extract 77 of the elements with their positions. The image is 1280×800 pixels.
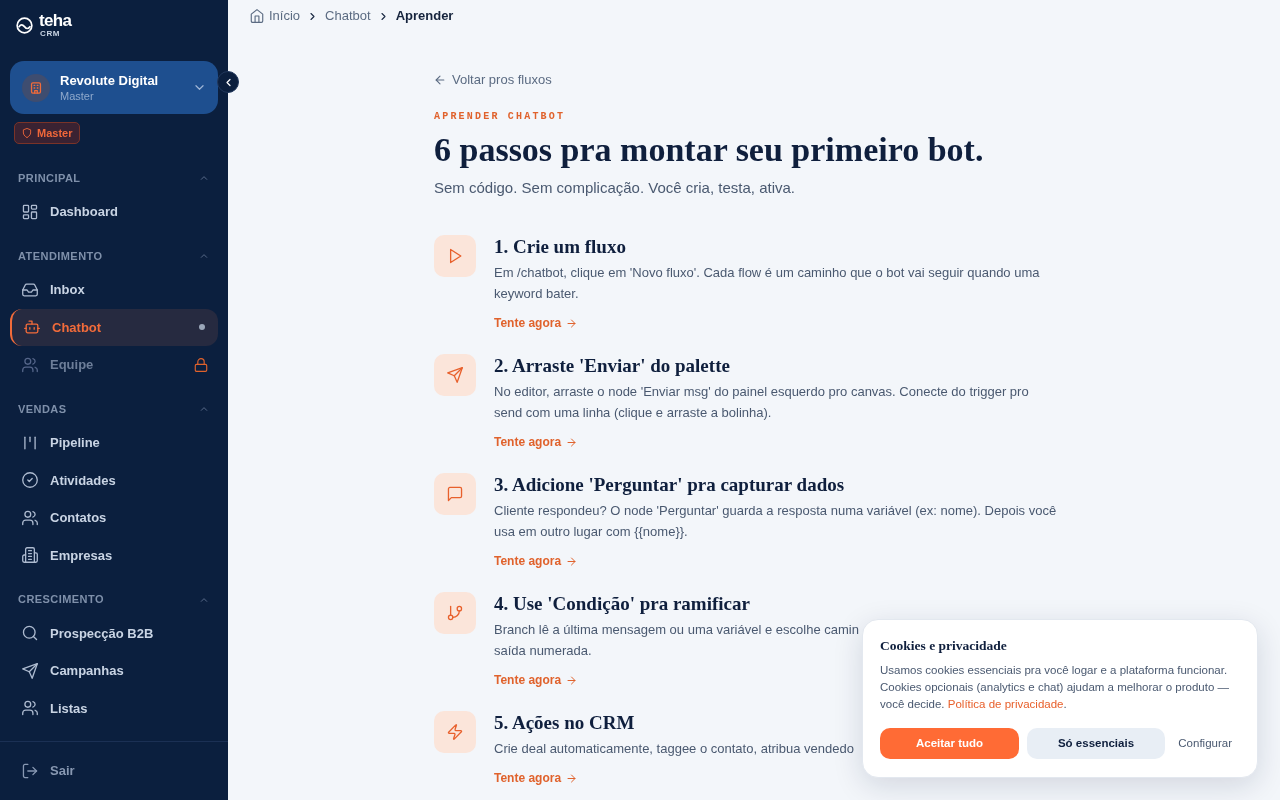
nav-item[interactable]: Empresas <box>10 536 218 574</box>
nav-item[interactable]: Prospecção B2B <box>10 614 218 652</box>
logout-icon <box>22 763 38 779</box>
robot-icon <box>24 319 40 336</box>
privacy-policy-link[interactable]: Política de privacidade <box>947 698 1064 710</box>
bars-icon <box>22 434 38 451</box>
arrow-right-icon <box>566 772 578 784</box>
search-icon <box>22 625 38 642</box>
try-now-link[interactable]: Tente agora <box>494 770 578 786</box>
role-badge: Master <box>14 122 81 144</box>
building-icon <box>22 547 38 564</box>
configure-button[interactable]: Configurar <box>1174 731 1236 756</box>
grid-icon <box>22 203 38 220</box>
nav-item[interactable]: Chatbot <box>10 308 218 346</box>
paper-plane-icon <box>22 662 38 679</box>
step-title: 1. Crie um fluxo <box>494 235 626 259</box>
nav-item[interactable]: Contatos <box>10 499 218 537</box>
nav-item[interactable]: Listas <box>10 689 218 727</box>
current-page-label: Aprender <box>395 7 454 26</box>
nav-item[interactable]: Atividades <box>10 461 218 499</box>
section-toggle[interactable]: PRINCIPAL <box>10 168 218 188</box>
shield-icon <box>22 128 32 138</box>
step-title: 5. Ações no CRM <box>494 711 635 735</box>
page-title: 6 passos pra montar seu primeiro bot. <box>434 130 984 170</box>
step-title: 4. Use 'Condição' pra ramificar <box>494 592 750 616</box>
try-now-link[interactable]: Tente agora <box>494 434 578 450</box>
essentials-only-button[interactable]: Só essenciais <box>1027 728 1165 759</box>
step-description: Cliente respondeu? O node 'Perguntar' guarda a resposta numa variável (ex: nome). Depois você usa em outro lugar com {{nome}}. <box>494 502 1057 541</box>
try-now-link[interactable]: Tente agora <box>494 553 578 569</box>
step-description: Em /chatbot, clique em 'Novo fluxo'. Cada flow é um caminho que o bot vai seguir quando uma keyword bater. <box>494 264 1040 303</box>
cookie-title: Cookies e privacidade <box>880 638 1008 654</box>
branch-icon <box>434 592 476 634</box>
play-icon <box>434 235 476 277</box>
users-icon <box>22 509 38 526</box>
nav-item[interactable]: Dashboard <box>10 193 218 231</box>
step-description: Crie deal automaticamente, taggee o contato, atribua vendedo <box>494 740 854 758</box>
logo-tagline: CRM <box>39 28 61 38</box>
workspace-switcher[interactable]: Revolute Digital Master <box>10 61 218 114</box>
try-now-link[interactable]: Tente agora <box>494 672 578 688</box>
step-title: 3. Adicione 'Perguntar' pra capturar dados <box>494 473 845 497</box>
arrow-right-icon <box>566 674 578 686</box>
page-subtitle: Sem código. Sem complicação. Você cria, testa, ativa. <box>434 178 795 198</box>
section-toggle[interactable]: ATENDIMENTO <box>10 246 218 266</box>
breadcrumb-link[interactable]: Início <box>250 6 301 26</box>
cookie-text: Usamos cookies essenciais pra você logar e a plataforma funcionar. Cookies opcionais (analytics e chat) ajudam a melhorar o produto — você decide. Política de privacidade. <box>880 663 1230 712</box>
chat-bubble-icon <box>434 473 476 515</box>
nav-item[interactable]: Pipeline <box>10 424 218 462</box>
building-avatar-icon <box>22 73 50 102</box>
try-now-link[interactable]: Tente agora <box>494 315 578 331</box>
users-icon <box>22 700 38 717</box>
eyebrow-label: APRENDER CHATBOT <box>434 110 566 124</box>
arrow-left-icon <box>434 74 446 86</box>
back-link[interactable]: Voltar pros fluxos <box>434 70 552 90</box>
arrow-right-icon <box>566 555 578 567</box>
logo-wordmark: teha <box>39 12 72 29</box>
collapse-sidebar-button[interactable] <box>217 71 239 93</box>
users-icon <box>22 356 38 373</box>
breadcrumb-link[interactable]: Chatbot <box>325 6 371 26</box>
nav-item[interactable]: Inbox <box>10 271 218 309</box>
wave-circle-icon <box>16 16 33 34</box>
step-description: No editor, arraste o node 'Enviar msg' do painel esquerdo pro canvas. Conecte do trigger pro send com uma linha (clique e arraste a bolinha). <box>494 383 1029 422</box>
workspace-name: Revolute Digital <box>60 72 159 89</box>
workspace-role: Master <box>60 89 95 103</box>
inbox-icon <box>22 281 38 298</box>
paper-plane-icon <box>434 354 476 396</box>
section-toggle[interactable]: VENDAS <box>10 399 218 419</box>
arrow-right-icon <box>566 317 578 329</box>
logout-button[interactable]: Sair <box>10 754 87 788</box>
arrow-right-icon <box>566 436 578 448</box>
lightning-icon <box>434 711 476 753</box>
nav-item[interactable]: Campanhas <box>10 652 218 690</box>
step-description: Branch lê a última mensagem ou uma variável e escolhe camin saída numerada. <box>494 621 859 660</box>
step-title: 2. Arraste 'Enviar' do palette <box>494 354 730 378</box>
section-toggle[interactable]: CRESCIMENTO <box>10 589 218 610</box>
accept-all-button[interactable]: Aceitar tudo <box>880 728 1019 759</box>
home-icon <box>250 9 264 23</box>
check-circle-icon <box>22 472 38 489</box>
